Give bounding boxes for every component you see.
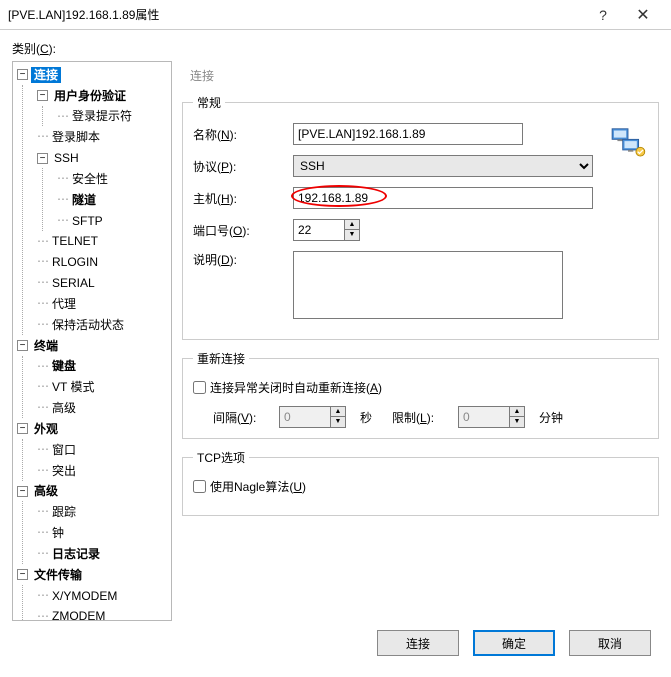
help-button[interactable]: ? [583, 7, 623, 23]
tree-toggle-icon[interactable]: − [17, 69, 28, 80]
tree-item-appearance[interactable]: 外观 [31, 421, 61, 437]
port-input[interactable] [294, 220, 344, 240]
general-legend: 常规 [193, 94, 225, 111]
tree-item-trace[interactable]: 跟踪 [49, 504, 79, 520]
spin-up-icon[interactable]: ▲ [345, 220, 359, 230]
tree-item-keyboard[interactable]: 键盘 [49, 358, 79, 374]
dialog-footer: 连接 确定 取消 [0, 620, 671, 666]
host-input[interactable] [293, 187, 593, 209]
tree-item-auth[interactable]: 用户身份验证 [51, 88, 129, 104]
limit-spinner: ▲▼ [458, 406, 525, 428]
tree-item-ssh[interactable]: SSH [51, 150, 82, 166]
close-button[interactable]: ✕ [623, 5, 663, 25]
tree-item-tunnel[interactable]: 隧道 [69, 192, 99, 208]
auto-reconnect-checkbox[interactable] [193, 381, 206, 394]
tcp-group: TCP选项 使用Nagle算法(U) [182, 449, 659, 516]
tree-toggle-icon[interactable]: − [17, 569, 28, 580]
titlebar: [PVE.LAN]192.168.1.89属性 ? ✕ [0, 0, 671, 30]
spin-down-icon: ▼ [331, 417, 345, 427]
tree-item-security[interactable]: 安全性 [69, 171, 111, 187]
category-label: 类别(C): [12, 40, 659, 57]
content-area: 类别(C): −连接 −用户身份验证 ⋯登录提示符 ⋯登录脚本 −SSH [0, 30, 671, 620]
nagle-checkbox[interactable] [193, 480, 206, 493]
tree-toggle-icon[interactable]: − [17, 340, 28, 351]
tree-item-rlogin[interactable]: RLOGIN [49, 254, 101, 270]
spin-down-icon: ▼ [510, 417, 524, 427]
tree-item-sftp[interactable]: SFTP [69, 213, 106, 229]
ok-button[interactable]: 确定 [473, 630, 555, 656]
desc-textarea[interactable] [293, 251, 563, 319]
tree-item-login-script[interactable]: 登录脚本 [49, 129, 103, 145]
tree-item-bell[interactable]: 钟 [49, 525, 67, 541]
host-label: 主机(H): [193, 190, 293, 207]
name-input[interactable] [293, 123, 523, 145]
tree-item-keepalive[interactable]: 保持活动状态 [49, 317, 127, 333]
panel-header: 连接 [182, 61, 659, 94]
tree-item-window[interactable]: 窗口 [49, 442, 79, 458]
auto-reconnect-label: 连接异常关闭时自动重新连接(A) [210, 379, 382, 396]
tree-item-xymodem[interactable]: X/YMODEM [49, 588, 120, 604]
interval-label: 间隔(V): [213, 409, 271, 426]
tree-toggle-icon[interactable]: − [17, 486, 28, 497]
computers-icon [610, 127, 646, 157]
tree-toggle-icon[interactable]: − [37, 90, 48, 101]
tree-item-advanced2[interactable]: 高级 [31, 483, 61, 499]
interval-unit: 秒 [360, 409, 372, 426]
nagle-label: 使用Nagle算法(U) [210, 478, 306, 495]
spin-down-icon[interactable]: ▼ [345, 230, 359, 240]
tree-item-login-prompt[interactable]: 登录提示符 [69, 108, 135, 124]
tree-item-terminal[interactable]: 终端 [31, 338, 61, 354]
spin-up-icon: ▲ [331, 407, 345, 417]
desc-label: 说明(D): [193, 251, 293, 268]
cancel-button[interactable]: 取消 [569, 630, 651, 656]
connect-button[interactable]: 连接 [377, 630, 459, 656]
name-label: 名称(N): [193, 126, 293, 143]
reconnect-group: 重新连接 连接异常关闭时自动重新连接(A) 间隔(V): ▲▼ 秒 限制(L): [182, 350, 659, 439]
tree-toggle-icon[interactable]: − [37, 153, 48, 164]
spin-up-icon: ▲ [510, 407, 524, 417]
limit-label: 限制(L): [392, 409, 450, 426]
interval-input [280, 407, 330, 427]
limit-unit: 分钟 [539, 409, 563, 426]
tree-item-telnet[interactable]: TELNET [49, 233, 101, 249]
tree-item-logging[interactable]: 日志记录 [49, 546, 103, 562]
tree-item-connection[interactable]: 连接 [31, 67, 61, 83]
tree-item-serial[interactable]: SERIAL [49, 275, 98, 291]
tree-item-highlight[interactable]: 突出 [49, 463, 79, 479]
interval-spinner: ▲▼ [279, 406, 346, 428]
tree-item-vtmode[interactable]: VT 模式 [49, 379, 97, 395]
protocol-label: 协议(P): [193, 158, 293, 175]
tcp-legend: TCP选项 [193, 449, 249, 466]
general-group: 常规 名称(N): 协议(P): SSH [182, 94, 659, 340]
tree-item-filetransfer[interactable]: 文件传输 [31, 567, 85, 583]
port-spinner[interactable]: ▲▼ [293, 219, 360, 241]
settings-panel: 连接 常规 名称(N): 协议(P): [182, 61, 659, 621]
tree-item-zmodem[interactable]: ZMODEM [49, 608, 108, 621]
limit-input [459, 407, 509, 427]
category-tree[interactable]: −连接 −用户身份验证 ⋯登录提示符 ⋯登录脚本 −SSH ⋯安全性 [12, 61, 172, 621]
port-label: 端口号(O): [193, 222, 293, 239]
reconnect-legend: 重新连接 [193, 350, 249, 367]
tree-toggle-icon[interactable]: − [17, 423, 28, 434]
tree-item-proxy[interactable]: 代理 [49, 296, 79, 312]
protocol-select[interactable]: SSH [293, 155, 593, 177]
window-title: [PVE.LAN]192.168.1.89属性 [8, 6, 583, 23]
tree-item-advanced1[interactable]: 高级 [49, 400, 79, 416]
